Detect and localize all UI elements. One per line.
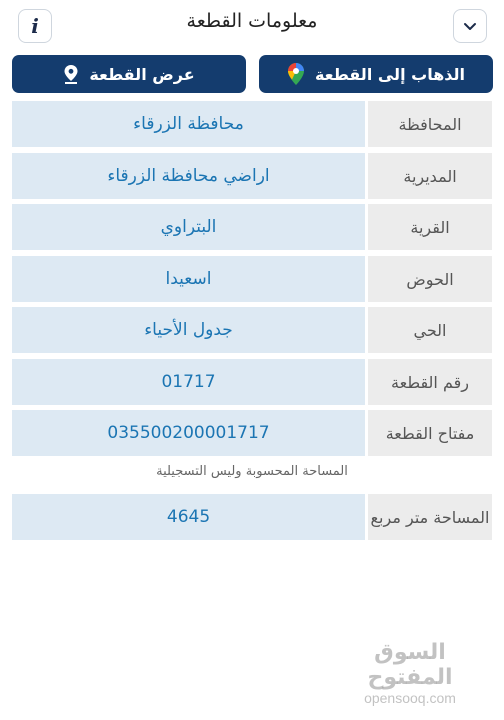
watermark-arabic: السوق المفتوح bbox=[367, 640, 453, 690]
plot-info-panel: i معلومات القطعة الذهاب إلى القطعة عرض ا… bbox=[0, 0, 504, 720]
row-label: مفتاح القطعة bbox=[368, 410, 492, 456]
row-label: المديرية bbox=[368, 153, 492, 199]
info-row-plot-key: 035500200001717 مفتاح القطعة bbox=[12, 410, 492, 456]
info-row-area: 4645 المساحة متر مربع bbox=[12, 494, 492, 540]
goto-plot-button[interactable]: الذهاب إلى القطعة bbox=[259, 55, 493, 93]
row-label: المساحة متر مربع bbox=[368, 494, 492, 540]
info-row-directorate: اراضي محافظة الزرقاء المديرية bbox=[12, 153, 492, 199]
page-title: معلومات القطعة bbox=[186, 10, 318, 32]
row-label: الحوض bbox=[368, 256, 492, 302]
row-label: القرية bbox=[368, 204, 492, 250]
row-value: جدول الأحياء bbox=[12, 307, 365, 353]
info-row-plot-number: 01717 رقم القطعة bbox=[12, 359, 492, 405]
panel-header: i معلومات القطعة bbox=[0, 0, 504, 52]
chevron-down-icon bbox=[464, 23, 476, 30]
row-value: البتراوي bbox=[12, 204, 365, 250]
row-label: رقم القطعة bbox=[368, 359, 492, 405]
row-value: 01717 bbox=[12, 359, 365, 405]
watermark-latin: opensooq.com bbox=[364, 690, 456, 706]
google-maps-pin-icon bbox=[287, 63, 304, 85]
row-value: 4645 bbox=[12, 494, 365, 540]
row-label: المحافظة bbox=[368, 101, 492, 147]
show-plot-button[interactable]: عرض القطعة bbox=[12, 55, 246, 93]
watermark-logo: السوق المفتوح opensooq.com bbox=[330, 640, 490, 706]
location-pin-icon bbox=[64, 65, 78, 84]
row-value: محافظة الزرقاء bbox=[12, 101, 365, 147]
info-row-village: البتراوي القرية bbox=[12, 204, 492, 250]
info-row-governorate: محافظة الزرقاء المحافظة bbox=[12, 101, 492, 147]
show-plot-label: عرض القطعة bbox=[89, 64, 195, 84]
info-row-neighborhood: جدول الأحياء الحي bbox=[12, 307, 492, 353]
row-label: الحي bbox=[368, 307, 492, 353]
row-value: اراضي محافظة الزرقاء bbox=[12, 153, 365, 199]
goto-plot-label: الذهاب إلى القطعة bbox=[314, 64, 466, 84]
area-note: المساحة المحسوبة وليس التسجيلية bbox=[156, 464, 348, 479]
row-value: 035500200001717 bbox=[12, 410, 365, 456]
info-row-basin: اسعيدا الحوض bbox=[12, 256, 492, 302]
row-value: اسعيدا bbox=[12, 256, 365, 302]
collapse-button[interactable] bbox=[453, 9, 487, 43]
